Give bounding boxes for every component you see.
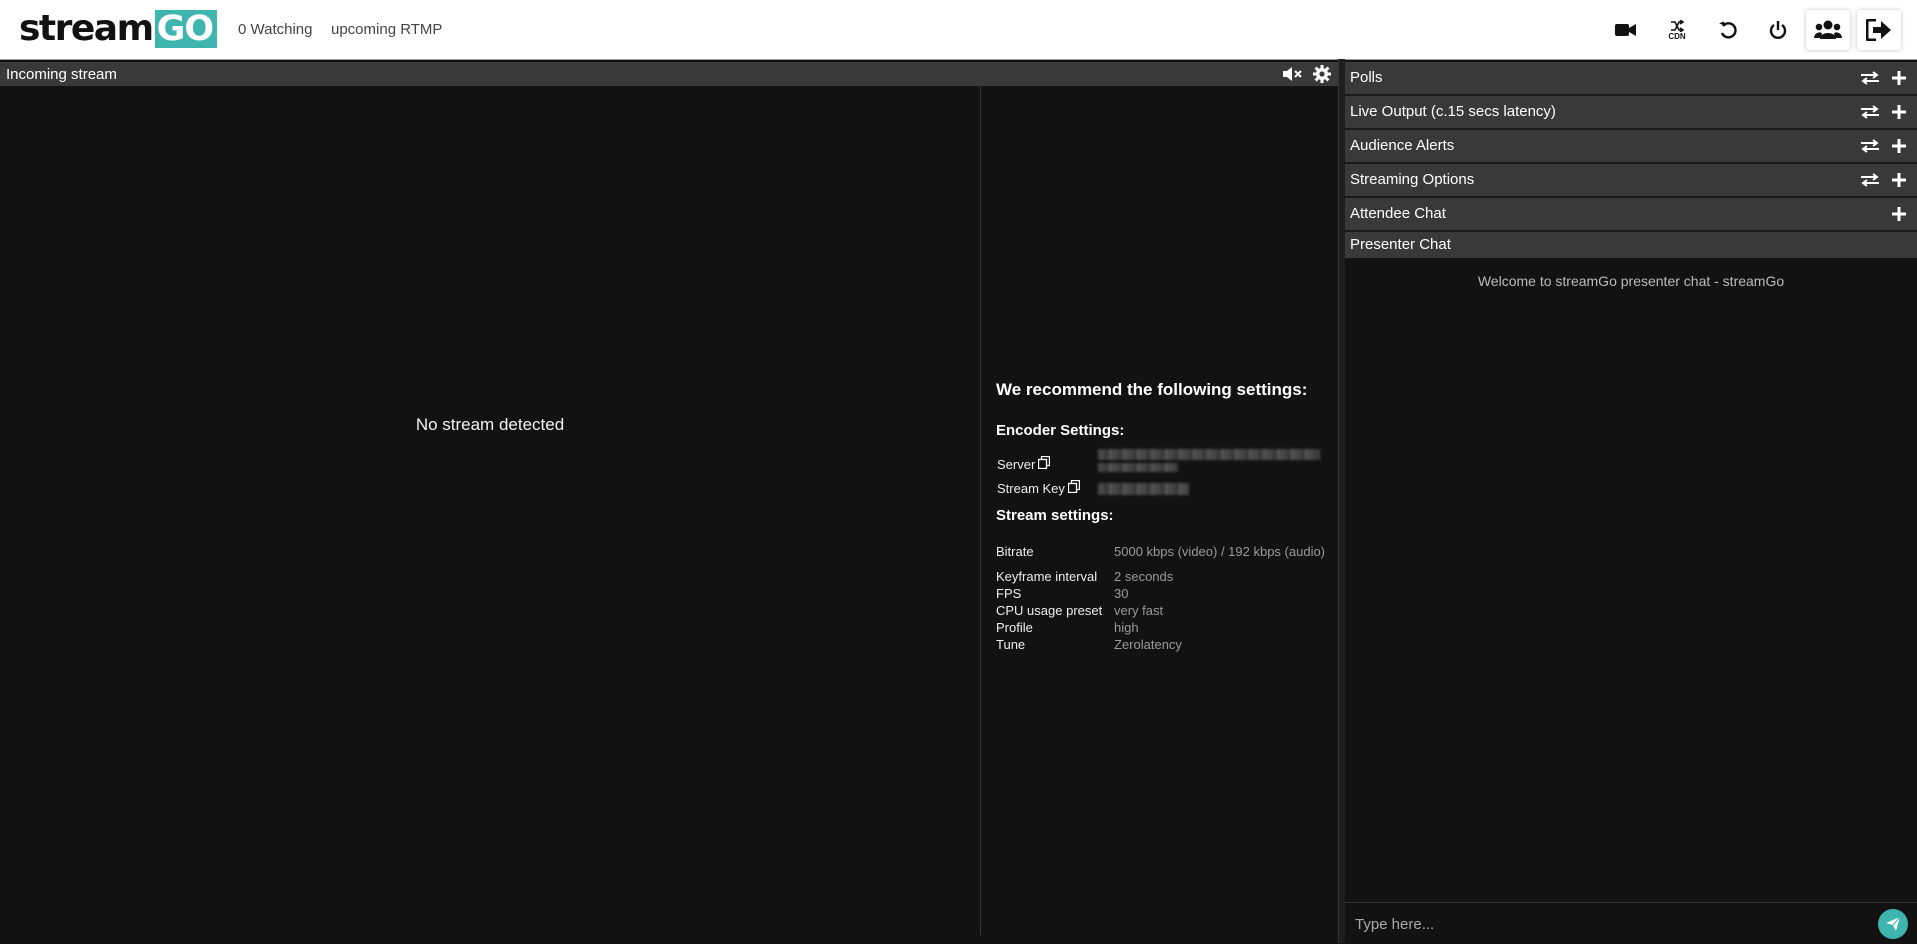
- users-icon: [1814, 20, 1842, 39]
- setting-value: 2 seconds: [1114, 569, 1174, 584]
- cdn-label: CDN: [1668, 31, 1686, 41]
- setting-value: 30: [1114, 586, 1129, 601]
- plus-icon: [1892, 105, 1906, 119]
- plus-icon: [1892, 207, 1906, 221]
- power-icon: [1769, 21, 1787, 39]
- server-value-redacted: [1098, 449, 1320, 460]
- setting-key: Bitrate: [996, 543, 1034, 559]
- chat-compose: [1345, 902, 1917, 944]
- stream-settings-title: Stream settings:: [996, 507, 1114, 524]
- setting-key: Tune: [996, 637, 1026, 652]
- sign-out-icon: [1866, 19, 1891, 41]
- camera-button[interactable]: [1604, 10, 1648, 50]
- video-settings-divider: [980, 86, 981, 935]
- server-row: Server: [997, 455, 1051, 472]
- setting-key: CPU usage preset: [996, 603, 1103, 618]
- panel-attendee-chat[interactable]: Attendee Chat: [1345, 198, 1917, 232]
- swap-button[interactable]: [1859, 170, 1881, 190]
- plus-icon: [1892, 71, 1906, 85]
- panel-title: Streaming Options: [1350, 171, 1475, 188]
- reset-button[interactable]: [1706, 10, 1750, 50]
- panel-live-output[interactable]: Live Output (c.15 secs latency): [1345, 96, 1917, 130]
- attendees-button[interactable]: [1806, 10, 1850, 50]
- copy-stream-key-button[interactable]: [1067, 479, 1081, 496]
- chat-message-input[interactable]: [1353, 911, 1877, 937]
- server-label: Server: [997, 456, 1036, 472]
- recommended-settings: We recommend the following settings: Enc…: [996, 380, 1326, 439]
- table-row: Tune Zerolatency: [996, 636, 1326, 653]
- exchange-icon: [1861, 139, 1879, 153]
- add-button[interactable]: [1888, 170, 1910, 190]
- exchange-icon: [1861, 105, 1879, 119]
- top-bar: stream GO 0 Watching upcoming RTMP CDN: [0, 0, 1917, 60]
- panel-title: Polls: [1350, 69, 1383, 86]
- swap-button[interactable]: [1859, 102, 1881, 122]
- no-stream-message: No stream detected: [415, 415, 565, 434]
- table-row: Bitrate 5000 kbps (video) / 192 kbps (au…: [996, 534, 1326, 568]
- logo-text-go: GO: [154, 10, 218, 48]
- table-row: Keyframe interval 2 seconds: [996, 568, 1326, 585]
- stream-type-status: upcoming RTMP: [331, 21, 443, 38]
- setting-value: very fast: [1114, 603, 1164, 618]
- plus-icon: [1892, 139, 1906, 153]
- server-value-redacted-2: [1098, 463, 1178, 472]
- send-button[interactable]: [1878, 909, 1908, 939]
- panel-presenter-chat[interactable]: Presenter Chat: [1345, 232, 1917, 258]
- stream-settings-button[interactable]: [1311, 64, 1333, 84]
- setting-value: high: [1114, 620, 1139, 635]
- table-row: FPS 30: [996, 585, 1326, 602]
- paper-plane-icon: [1886, 916, 1901, 931]
- incoming-stream-header: Incoming stream: [0, 62, 1338, 86]
- power-button[interactable]: [1756, 10, 1800, 50]
- add-button[interactable]: [1888, 204, 1910, 224]
- copy-icon: [1038, 455, 1051, 470]
- setting-value: Zerolatency: [1114, 637, 1182, 652]
- video-player[interactable]: [0, 86, 980, 935]
- incoming-stream-title: Incoming stream: [6, 66, 117, 83]
- panel-title: Live Output (c.15 secs latency): [1350, 103, 1556, 120]
- cdn-switch-button[interactable]: CDN: [1655, 10, 1699, 50]
- table-row: CPU usage preset very fast: [996, 602, 1326, 619]
- add-button[interactable]: [1888, 102, 1910, 122]
- swap-button[interactable]: [1859, 68, 1881, 88]
- setting-value: 5000 kbps (video) / 192 kbps (audio): [1114, 543, 1326, 559]
- watching-count: 0 Watching: [238, 21, 313, 38]
- stream-settings-table: Bitrate 5000 kbps (video) / 192 kbps (au…: [996, 534, 1326, 653]
- stream-key-row: Stream Key: [997, 479, 1081, 496]
- setting-key: Profile: [996, 620, 1033, 635]
- chat-welcome-message: Welcome to streamGo presenter chat - str…: [1477, 273, 1785, 289]
- recommend-title: We recommend the following settings:: [996, 380, 1308, 399]
- panel-title: Presenter Chat: [1350, 236, 1451, 253]
- gear-icon: [1313, 65, 1331, 83]
- logo-text-stream: stream: [19, 8, 154, 49]
- panel-audience-alerts[interactable]: Audience Alerts: [1345, 130, 1917, 164]
- presenter-chat-messages[interactable]: [1345, 258, 1917, 902]
- cdn-icon: CDN: [1668, 19, 1686, 41]
- mute-button[interactable]: [1282, 64, 1304, 84]
- swap-button[interactable]: [1859, 136, 1881, 156]
- streamgo-logo[interactable]: stream GO: [19, 8, 218, 49]
- logout-button[interactable]: [1857, 10, 1901, 50]
- panel-polls[interactable]: Polls: [1345, 62, 1917, 96]
- copy-server-button[interactable]: [1038, 455, 1051, 472]
- video-camera-icon: [1615, 24, 1636, 36]
- undo-icon: [1719, 21, 1737, 39]
- stream-key-value-redacted: [1098, 483, 1189, 495]
- copy-icon: [1067, 479, 1081, 494]
- exchange-icon: [1861, 173, 1879, 187]
- setting-key: Keyframe interval: [996, 569, 1098, 584]
- panel-divider: [1338, 59, 1345, 943]
- exchange-icon: [1861, 71, 1879, 85]
- encoder-settings-title: Encoder Settings:: [996, 422, 1125, 439]
- add-button[interactable]: [1888, 68, 1910, 88]
- volume-mute-icon: [1283, 67, 1302, 81]
- table-row: Profile high: [996, 619, 1326, 636]
- panel-streaming-options[interactable]: Streaming Options: [1345, 164, 1917, 198]
- plus-icon: [1892, 173, 1906, 187]
- add-button[interactable]: [1888, 136, 1910, 156]
- setting-key: FPS: [996, 586, 1022, 601]
- stream-key-label: Stream Key: [997, 480, 1065, 496]
- panel-title: Attendee Chat: [1350, 205, 1446, 222]
- panel-title: Audience Alerts: [1350, 137, 1455, 154]
